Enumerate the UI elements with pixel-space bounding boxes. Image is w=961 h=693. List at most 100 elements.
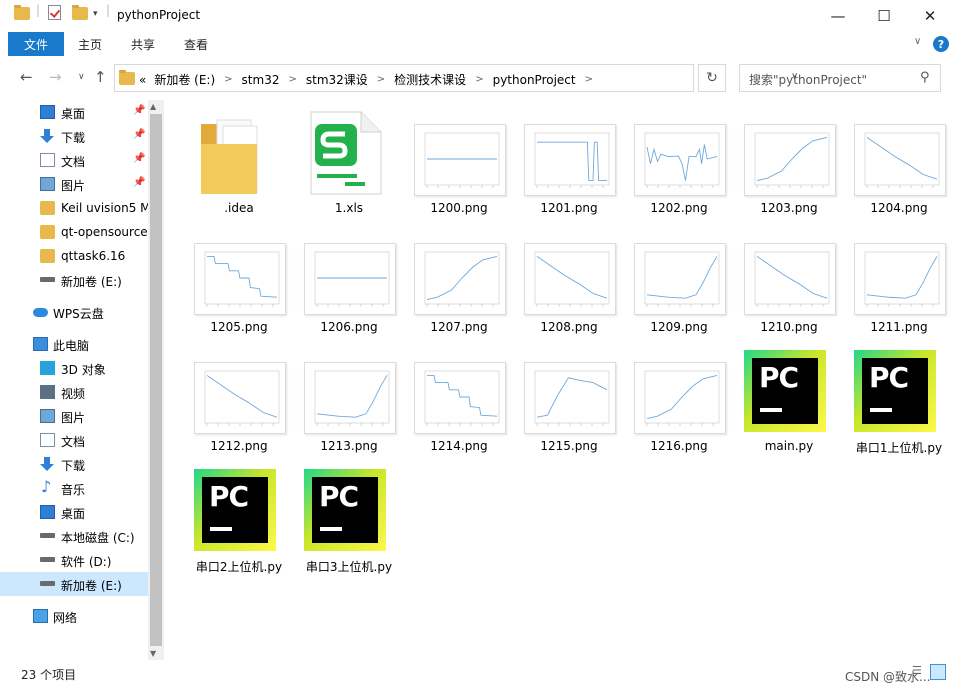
- tab-file[interactable]: 文件: [8, 32, 64, 56]
- up-button[interactable]: ↑: [94, 68, 107, 86]
- back-button[interactable]: ←: [20, 68, 33, 86]
- image-thumbnail: [414, 243, 506, 315]
- file-item[interactable]: 1212.png: [183, 348, 286, 460]
- file-item[interactable]: 1208.png: [513, 229, 616, 341]
- tab-view[interactable]: 查看: [184, 36, 208, 53]
- file-item[interactable]: 1.xls: [293, 110, 393, 222]
- address-bar[interactable]: « 新加卷 (E:) > stm32 > stm32课设 > 检测技术课设 > pyth…: [114, 64, 798, 92]
- quick-access-dropdown-icon[interactable]: ▾: [93, 9, 98, 19]
- breadcrumb-overflow[interactable]: «: [139, 73, 146, 87]
- scroll-down-icon[interactable]: ▼: [150, 649, 156, 658]
- chevron-right-icon[interactable]: >: [288, 74, 296, 85]
- file-item[interactable]: .idea: [183, 110, 283, 222]
- file-item[interactable]: 1215.png: [513, 348, 616, 460]
- help-icon[interactable]: ?: [933, 36, 949, 52]
- sidebar-item[interactable]: 本地磁盘 (C:): [0, 524, 148, 548]
- pin-icon[interactable]: 📌: [133, 105, 145, 116]
- refresh-button[interactable]: ↻: [698, 64, 726, 92]
- file-item[interactable]: 1200.png: [403, 110, 506, 222]
- sidebar-item-label: 图片: [61, 179, 86, 193]
- sidebar-item[interactable]: 新加卷 (E:): [0, 268, 148, 292]
- ribbon-expand-icon[interactable]: ∨: [914, 36, 921, 47]
- file-item[interactable]: 1202.png: [623, 110, 726, 222]
- pin-icon[interactable]: 📌: [133, 177, 145, 188]
- breadcrumb-stm32-course[interactable]: stm32课设: [306, 71, 368, 88]
- file-item[interactable]: PC 串口3上位机.py: [293, 467, 393, 579]
- sidebar-item[interactable]: 网络: [0, 604, 148, 628]
- sidebar-item[interactable]: 文档: [0, 428, 148, 452]
- sidebar-item[interactable]: 此电脑: [0, 332, 148, 356]
- breadcrumb-stm32[interactable]: stm32: [242, 73, 280, 87]
- file-item[interactable]: 1204.png: [843, 110, 946, 222]
- tab-home[interactable]: 主页: [78, 36, 102, 53]
- chevron-right-icon[interactable]: >: [475, 74, 483, 85]
- details-view-icon[interactable]: ☰: [912, 664, 928, 680]
- chevron-right-icon[interactable]: >: [377, 74, 385, 85]
- plot-thumbnail: [644, 251, 720, 307]
- sidebar-item[interactable]: 下载: [0, 452, 148, 476]
- breadcrumb-drive-e[interactable]: 新加卷 (E:): [154, 71, 215, 88]
- chevron-right-icon[interactable]: >: [585, 74, 593, 85]
- sidebar-item-label: 软件 (D:): [61, 555, 112, 569]
- sidebar-item[interactable]: 软件 (D:): [0, 548, 148, 572]
- sidebar-item[interactable]: 桌面: [0, 500, 148, 524]
- close-button[interactable]: ✕: [907, 0, 953, 32]
- file-item[interactable]: 1206.png: [293, 229, 396, 341]
- sidebar-item[interactable]: qt-opensource: [0, 220, 148, 244]
- sidebar-item[interactable]: 下载 📌: [0, 124, 148, 148]
- file-item[interactable]: 1213.png: [293, 348, 396, 460]
- file-item[interactable]: 1210.png: [733, 229, 836, 341]
- large-icons-view-icon[interactable]: [930, 664, 946, 680]
- sidebar-item[interactable]: 图片: [0, 404, 148, 428]
- sidebar-item[interactable]: 桌面 📌: [0, 100, 148, 124]
- plot-thumbnail: [864, 132, 940, 188]
- file-name: 1215.png: [540, 439, 598, 453]
- file-item[interactable]: PC main.py: [733, 348, 833, 460]
- sidebar-item[interactable]: 音乐: [0, 476, 148, 500]
- folder-icon: [40, 225, 55, 239]
- scroll-up-icon[interactable]: ▲: [150, 102, 156, 111]
- sidebar-item[interactable]: 视频: [0, 380, 148, 404]
- navigation-pane: 桌面 📌 下载 📌 文档 📌 图片 📌 Keil uvision5 M qt-opensource…: [0, 100, 148, 660]
- sidebar-item[interactable]: 3D 对象: [0, 356, 148, 380]
- pin-icon[interactable]: 📌: [133, 129, 145, 140]
- sidebar-item-label: 文档: [61, 435, 86, 449]
- search-input[interactable]: 搜索"pythonProject" ⚲: [739, 64, 941, 92]
- plot-thumbnail: [424, 370, 500, 426]
- tab-share[interactable]: 共享: [131, 36, 155, 53]
- search-placeholder: 搜索"pythonProject": [749, 73, 868, 87]
- file-name: 1201.png: [540, 201, 598, 215]
- breadcrumb-detection-course[interactable]: 检测技术课设: [394, 71, 466, 88]
- plot-thumbnail: [534, 251, 610, 307]
- file-item[interactable]: 1201.png: [513, 110, 616, 222]
- chevron-right-icon[interactable]: >: [224, 74, 232, 85]
- sidebar-scroll-thumb[interactable]: [150, 114, 162, 646]
- plot-thumbnail: [314, 251, 390, 307]
- sidebar-item[interactable]: 图片 📌: [0, 172, 148, 196]
- sidebar-item[interactable]: WPS云盘: [0, 300, 148, 324]
- sidebar-item[interactable]: Keil uvision5 M: [0, 196, 148, 220]
- file-item[interactable]: 1205.png: [183, 229, 286, 341]
- breadcrumb-pythonproject[interactable]: pythonProject: [493, 73, 576, 87]
- plot-line: [646, 374, 718, 420]
- file-item[interactable]: 1216.png: [623, 348, 726, 460]
- file-item[interactable]: 1211.png: [843, 229, 946, 341]
- sidebar-item[interactable]: 文档 📌: [0, 148, 148, 172]
- file-item[interactable]: PC 串口1上位机.py: [843, 348, 943, 460]
- file-item[interactable]: 1203.png: [733, 110, 836, 222]
- pin-icon[interactable]: 📌: [133, 153, 145, 164]
- file-item[interactable]: 1207.png: [403, 229, 506, 341]
- maximize-button[interactable]: ☐: [861, 0, 907, 32]
- minimize-button[interactable]: —: [815, 0, 861, 32]
- document-icon: [40, 153, 55, 167]
- sidebar-item[interactable]: 新加卷 (E:): [0, 572, 148, 596]
- file-item[interactable]: 1214.png: [403, 348, 506, 460]
- forward-button[interactable]: →: [49, 68, 62, 86]
- recent-locations-button[interactable]: ∨: [78, 72, 85, 82]
- properties-icon[interactable]: [48, 5, 61, 20]
- file-item[interactable]: 1209.png: [623, 229, 726, 341]
- file-item[interactable]: PC 串口2上位机.py: [183, 467, 283, 579]
- new-folder-icon[interactable]: [72, 5, 88, 20]
- file-explorer-window: | ▾ | pythonProject — ☐ ✕ 文件 主页 共享 查看 ∨ …: [0, 0, 961, 693]
- sidebar-item[interactable]: qttask6.16: [0, 244, 148, 268]
